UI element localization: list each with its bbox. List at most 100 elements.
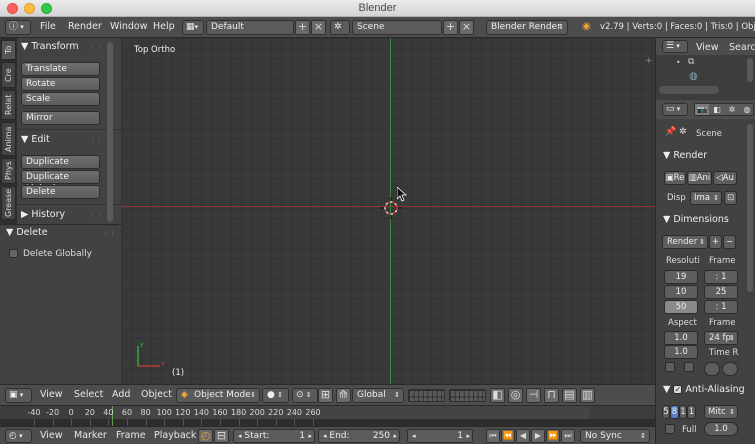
layout-name-field[interactable]: Default — [206, 20, 294, 35]
tab-grease-pencil[interactable]: Grease P — [1, 186, 26, 220]
scene-name-field[interactable]: Scene — [352, 20, 442, 35]
sync-mode-select[interactable]: No Sync ⇕ — [580, 429, 650, 443]
remove-layout-button[interactable]: × — [311, 20, 326, 35]
tab-tools[interactable]: To — [1, 40, 16, 60]
edit-panel-header[interactable]: ▼ Edit — [21, 134, 50, 145]
jump-start-button[interactable]: ⏮ — [486, 429, 500, 443]
proportional-edit-button[interactable]: ◎ — [508, 388, 523, 403]
resolution-percent-field[interactable]: 50 — [664, 300, 698, 314]
add-preset-button[interactable]: + — [709, 235, 722, 249]
frame-step-field[interactable]: : 1 — [704, 300, 738, 314]
layout-browse-button[interactable]: ▦▾ — [182, 20, 204, 35]
menu-playback[interactable]: Playback — [154, 430, 196, 441]
full-sample-checkbox[interactable] — [665, 424, 675, 434]
drag-handle-icon[interactable]: ⋮⋮ — [89, 211, 103, 219]
time-old-field[interactable] — [704, 362, 720, 376]
menu-view[interactable]: View — [40, 430, 63, 441]
aa-samples-16[interactable]: 1 — [687, 405, 696, 419]
display-select[interactable]: Ima ⇕ — [690, 191, 722, 205]
delete-globally-checkbox[interactable] — [9, 249, 18, 258]
history-panel-header[interactable]: ▶ History — [21, 209, 65, 220]
toolshelf-scrollbar[interactable] — [107, 42, 113, 222]
snap-element-button[interactable]: ⊣ — [526, 388, 541, 403]
menu-object[interactable]: Object — [141, 389, 172, 400]
properties-scrollbar[interactable] — [747, 124, 753, 292]
end-frame-field[interactable]: ◂ End: 250 ▸ — [318, 429, 400, 443]
border-checkbox[interactable] — [665, 362, 675, 372]
layers-grid-1[interactable] — [408, 389, 445, 402]
render-audio-button[interactable]: ◁Au — [713, 171, 737, 185]
menu-help[interactable]: Help — [153, 21, 175, 32]
aspect-y-field[interactable]: 1.0 — [664, 345, 698, 359]
menu-window[interactable]: Window — [110, 21, 147, 32]
scale-button[interactable]: Scale — [21, 92, 100, 106]
render-still-button[interactable]: ▣Re — [664, 171, 686, 185]
lock-interface-button[interactable]: ⊡ — [724, 191, 737, 205]
snap-target-button[interactable]: ⊓ — [544, 388, 559, 403]
preview-range-button[interactable]: ◴ — [198, 429, 213, 443]
render-animation-button[interactable]: ▥Ani — [687, 171, 712, 185]
current-frame-field[interactable]: ◂ 1 ▸ — [407, 429, 473, 443]
layers-grid-2[interactable] — [449, 389, 486, 402]
remove-scene-button[interactable]: × — [459, 20, 474, 35]
menu-marker[interactable]: Marker — [74, 430, 107, 441]
timeline-area[interactable]: -40 -20 0 20 40 60 80 100 120 140 160 180 200 220 240 2… — [0, 405, 655, 427]
render-panel-header[interactable]: ▼ Render — [663, 150, 707, 161]
add-layout-button[interactable]: + — [295, 20, 310, 35]
duplicate-linked-button[interactable]: Duplicate Linked — [21, 170, 100, 194]
render-preset-select[interactable]: Render ⇕ — [662, 235, 708, 249]
scene-tab-icon[interactable]: ✲ — [725, 104, 739, 115]
aa-samples-8[interactable]: 8 — [670, 405, 679, 419]
pivot-select[interactable]: ⊙ ⇕ — [292, 388, 318, 403]
anti-aliasing-checkbox[interactable]: ✓ — [673, 385, 683, 394]
drag-handle-icon[interactable]: ⋮⋮ — [89, 136, 103, 144]
editor-type-info-button[interactable]: ⓘ ▾ — [5, 20, 31, 35]
frame-start-field[interactable]: : 1 — [704, 270, 738, 284]
fps-select[interactable]: 24 fp ⇕ — [704, 331, 738, 345]
lock-range-button[interactable]: ⊟ — [214, 429, 229, 443]
menu-view[interactable]: View — [696, 42, 719, 53]
filter-size-field[interactable]: 1.0 — [704, 422, 738, 436]
manipulator-toggle[interactable]: ⊞ — [318, 388, 333, 403]
aspect-x-field[interactable]: 1.0 — [664, 331, 698, 345]
plus-icon[interactable]: + — [645, 56, 653, 66]
resolution-x-field[interactable]: 19 — [664, 270, 698, 284]
transform-panel-header[interactable]: ▼ Transform — [21, 41, 79, 52]
scene-browse-button[interactable]: ✲ — [330, 20, 350, 35]
menu-file[interactable]: File — [40, 21, 56, 32]
start-frame-field[interactable]: ◂ Start: 1 ▸ — [233, 429, 315, 443]
lock-layers-button[interactable]: ◧ — [490, 388, 505, 403]
outliner-search[interactable]: Search — [729, 42, 755, 53]
prev-keyframe-button[interactable]: ⏪ — [501, 429, 515, 443]
add-scene-button[interactable]: + — [443, 20, 458, 35]
menu-frame[interactable]: Frame — [116, 430, 146, 441]
editor-type-properties-button[interactable]: ▭ ▾ — [662, 103, 688, 116]
pin-icon[interactable]: 📌 — [665, 127, 676, 137]
delete-button[interactable]: Delete — [21, 185, 100, 199]
rotate-button[interactable]: Rotate — [21, 77, 100, 91]
aa-samples-11[interactable]: 1 — [679, 405, 687, 419]
play-reverse-button[interactable]: ◀ — [516, 429, 530, 443]
jump-end-button[interactable]: ⏭ — [561, 429, 575, 443]
remove-preset-button[interactable]: − — [723, 235, 736, 249]
editor-type-timeline-button[interactable]: ◴ ▾ — [5, 429, 32, 443]
duplicate-button[interactable]: Duplicate — [21, 155, 100, 169]
resolution-y-field[interactable]: 10 — [664, 285, 698, 299]
menu-add[interactable]: Add — [112, 389, 130, 400]
frame-end-field[interactable]: 25 — [704, 285, 738, 299]
render-anim-button[interactable]: ▥ — [580, 388, 595, 403]
world-tab-icon[interactable]: ◍ — [740, 104, 754, 115]
editor-type-outliner-button[interactable]: ☰ ▾ — [662, 40, 688, 53]
shading-select[interactable]: ● ⇕ — [262, 388, 289, 403]
aa-samples-5[interactable]: 5 — [662, 405, 670, 419]
tab-physics[interactable]: Phys — [1, 158, 16, 184]
render-opengl-button[interactable]: ▤ — [562, 388, 577, 403]
orientation-icon-button[interactable]: ⟰ — [336, 388, 351, 403]
expand-dot-icon[interactable]: • — [676, 58, 681, 67]
3d-viewport[interactable]: Top Ortho x y (1) + — [121, 38, 655, 384]
outliner-scrollbar[interactable] — [747, 58, 753, 82]
play-button[interactable]: ▶ — [531, 429, 545, 443]
menu-select[interactable]: Select — [74, 389, 103, 400]
layers-tab-icon[interactable]: ◧ — [710, 104, 724, 115]
translate-button[interactable]: Translate — [21, 62, 100, 76]
